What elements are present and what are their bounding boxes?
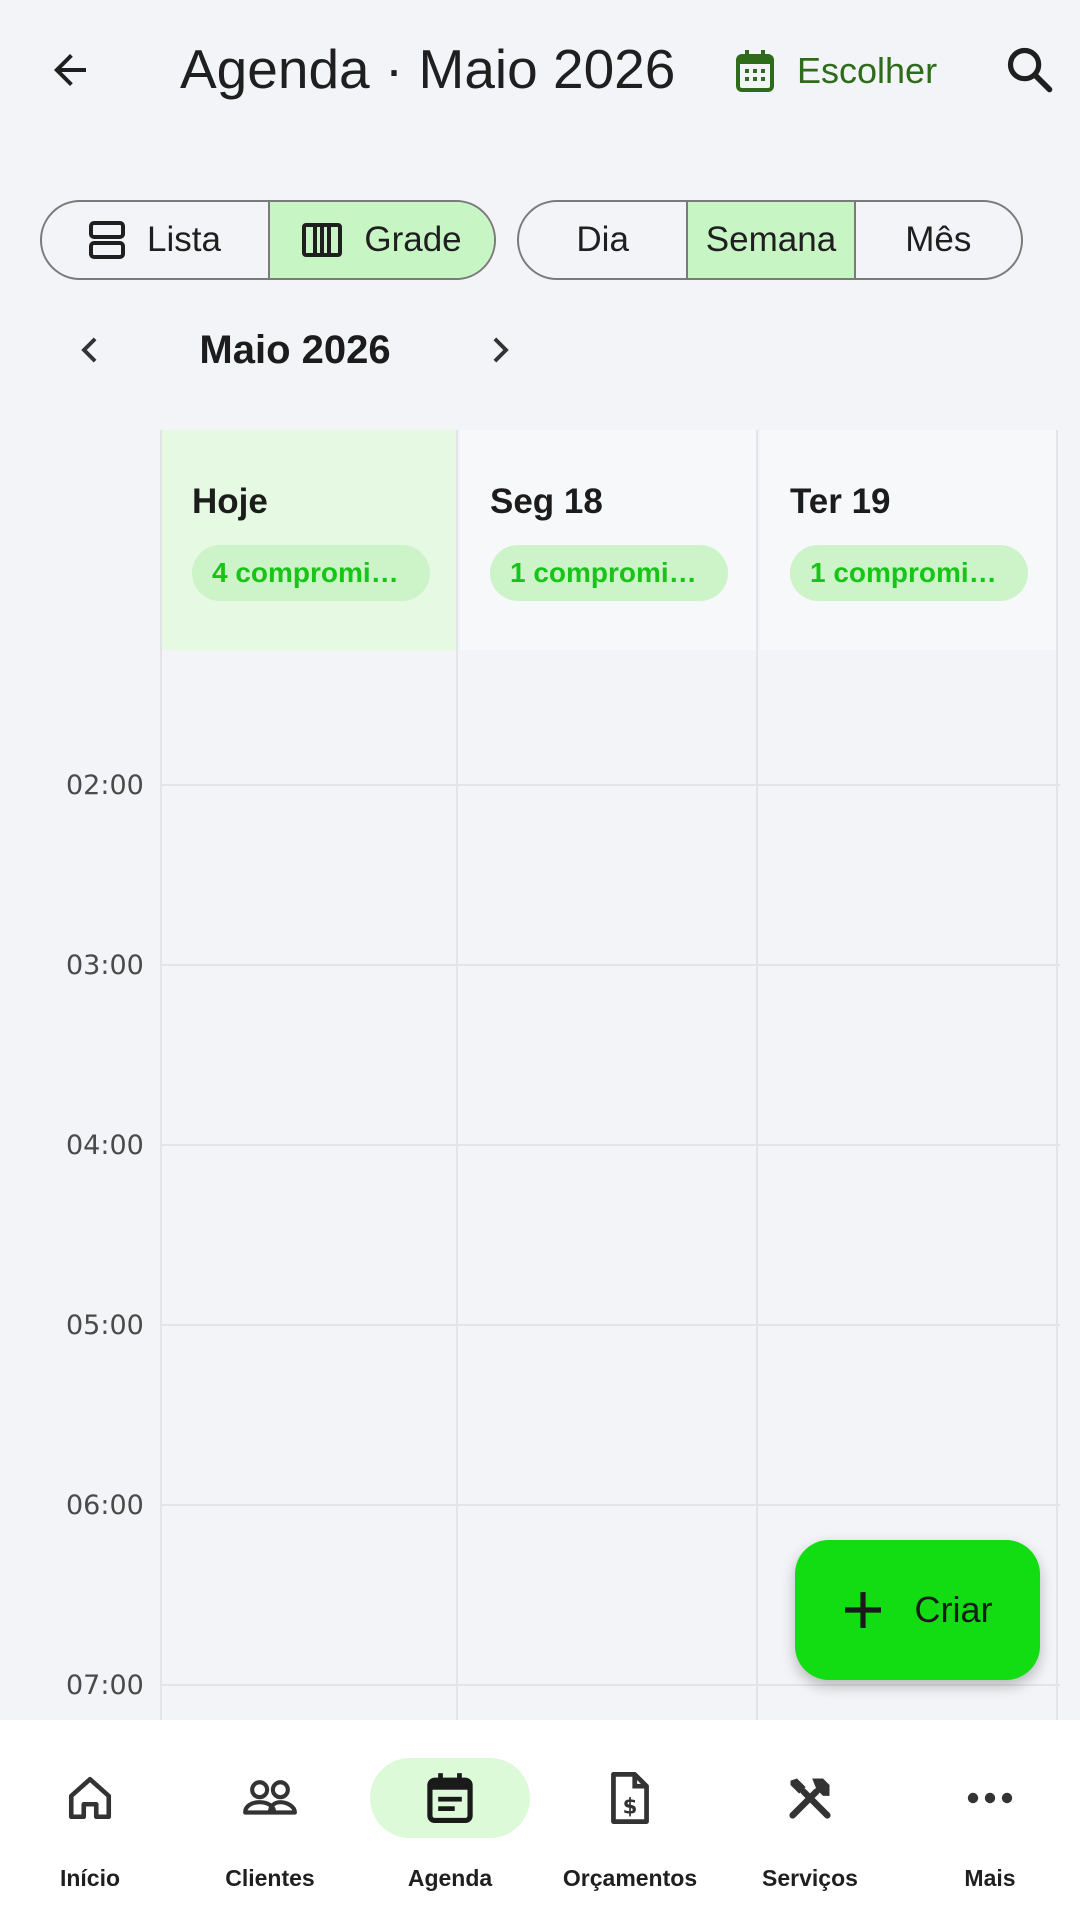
nav-item-clientes[interactable]: Clientes <box>180 1720 360 1920</box>
nav-item-agenda[interactable]: Agenda <box>360 1720 540 1920</box>
month-label: Maio 2026 <box>199 328 391 372</box>
day-header[interactable]: Ter 19 1 compromisso <box>760 430 1056 650</box>
tools-icon <box>789 1778 831 1819</box>
nav-item-mais[interactable]: Mais <box>900 1720 1080 1920</box>
nav-icon-container: $ <box>550 1758 710 1838</box>
create-button[interactable]: Criar <box>795 1540 1040 1680</box>
page-title: Agenda · Maio 2026 <box>180 38 676 100</box>
hour-label: 04:00 <box>66 1130 144 1161</box>
week-grid[interactable]: Hoje 4 compromissos Seg 18 1 compromisso… <box>160 430 1060 1720</box>
nav-icon-container <box>370 1758 530 1838</box>
nav-label: Serviços <box>762 1865 858 1891</box>
list-icon <box>89 221 126 259</box>
hour-label: 03:00 <box>66 950 144 981</box>
hour-label: 07:00 <box>66 1670 144 1701</box>
chevron-right-icon <box>493 337 509 363</box>
range-month-option[interactable]: Mês <box>853 202 1021 278</box>
day-column-today[interactable]: Hoje 4 compromissos <box>160 430 458 1720</box>
nav-label: Início <box>59 1865 121 1891</box>
choose-date-button[interactable]: Escolher <box>735 40 937 102</box>
view-toggle: Lista Grade <box>40 200 496 280</box>
nav-label: Clientes <box>225 1865 315 1891</box>
range-toggle: Dia Semana Mês <box>517 200 1023 280</box>
calendar-icon <box>427 1773 473 1824</box>
range-day-option[interactable]: Dia <box>519 202 686 278</box>
day-header[interactable]: Hoje 4 compromissos <box>162 430 456 650</box>
appointments-badge[interactable]: 4 compromissos <box>192 545 430 601</box>
view-list-label: Lista <box>147 220 221 259</box>
hour-gridline <box>160 964 1060 966</box>
hour-label: 02:00 <box>66 770 144 801</box>
choose-label: Escolher <box>797 50 938 91</box>
day-label: Hoje <box>192 482 268 521</box>
more-icon <box>967 1792 1013 1804</box>
nav-icon-container <box>730 1758 890 1838</box>
calendar-icon <box>736 50 774 92</box>
day-header[interactable]: Seg 18 1 compromisso <box>460 430 756 650</box>
day-column-tue-19[interactable]: Ter 19 1 compromisso <box>760 430 1058 1720</box>
hour-gridline <box>160 1684 1060 1686</box>
nav-icon-container <box>190 1758 350 1838</box>
svg-text:$: $ <box>623 1794 638 1819</box>
hour-gridline <box>160 1324 1060 1326</box>
day-label: Seg 18 <box>490 482 603 521</box>
hour-gridline <box>160 1144 1060 1146</box>
nav-icon-container <box>10 1758 170 1838</box>
create-label: Criar <box>914 1589 993 1630</box>
appointments-badge[interactable]: 1 compromisso <box>490 545 728 601</box>
hour-gridline <box>160 1504 1060 1506</box>
plus-icon <box>844 1592 881 1628</box>
view-grid-option[interactable]: Grade <box>268 202 494 278</box>
nav-label: Orçamentos <box>562 1865 698 1891</box>
grid-icon <box>302 223 343 257</box>
invoice-icon: $ <box>611 1772 649 1824</box>
appointments-badge[interactable]: 1 compromisso <box>790 545 1028 601</box>
day-column-mon-18[interactable]: Seg 18 1 compromisso <box>460 430 758 1720</box>
next-month-button[interactable] <box>470 320 530 380</box>
day-label: Ter 19 <box>790 482 891 521</box>
people-icon <box>243 1780 297 1815</box>
nav-icon-container <box>910 1758 1070 1838</box>
search-button[interactable] <box>990 30 1070 110</box>
hour-gridline <box>160 784 1060 786</box>
home-icon <box>68 1776 112 1820</box>
hour-label: 06:00 <box>66 1490 144 1521</box>
nav-label: Agenda <box>407 1865 493 1891</box>
range-week-option[interactable]: Semana <box>686 202 854 278</box>
nav-item-inicio[interactable]: Início <box>0 1720 180 1920</box>
search-icon <box>1007 47 1053 93</box>
view-list-option[interactable]: Lista <box>42 202 268 278</box>
bottom-navigation: Início Clientes Agenda $ Orçamentos Serv… <box>0 1720 1080 1920</box>
nav-label: Mais <box>964 1865 1016 1891</box>
nav-item-servicos[interactable]: Serviços <box>720 1720 900 1920</box>
view-grid-label: Grade <box>364 220 462 259</box>
nav-item-orcamentos[interactable]: $ Orçamentos <box>540 1720 720 1920</box>
arrow-left-icon <box>54 54 86 86</box>
previous-month-button[interactable] <box>60 320 120 380</box>
hour-label: 05:00 <box>66 1310 144 1341</box>
back-button[interactable] <box>30 30 110 110</box>
chevron-left-icon <box>81 337 97 363</box>
